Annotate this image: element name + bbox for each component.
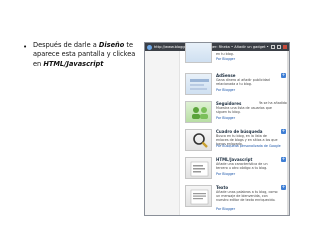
followers-icon xyxy=(185,101,212,123)
dialog-content: en tu blog. Por Blogger AdSense Gana din… xyxy=(145,43,289,215)
gadget-item-cuadro-busqueda[interactable]: Cuadro de búsqueda Busca en tu blog, en … xyxy=(180,127,289,153)
instruction-text: Después de darle a Diseño te aparece est… xyxy=(33,41,141,69)
gadget-description: Muestra una lista de usuarios que siguen… xyxy=(216,106,272,115)
gadget-item-html-javascript[interactable]: HTML/Javascript Añade una característica… xyxy=(180,155,289,181)
gadget-author[interactable]: Por Blogger xyxy=(216,57,235,61)
gadget-author[interactable]: Por Blogger xyxy=(216,116,235,120)
gadget-item-adsense[interactable]: AdSense Gana dinero al añadir publicidad… xyxy=(180,71,289,97)
gadget-author[interactable]: Por Blogger xyxy=(216,207,235,211)
instruction-line: Después de darle a xyxy=(33,41,99,49)
gadget-author[interactable]: Por Blogger xyxy=(216,88,235,92)
gadget-description: en tu blog. xyxy=(216,52,234,56)
gadget-author[interactable]: Por Blogger xyxy=(216,172,235,176)
gadget-description: Añade unas palabras a tu blog, como un m… xyxy=(216,190,278,203)
search-icon xyxy=(185,129,212,151)
add-gadget-button[interactable]: + xyxy=(281,73,286,78)
add-gadget-button[interactable]: + xyxy=(281,185,286,190)
add-gadget-button[interactable]: + xyxy=(281,129,286,134)
instruction-emphasis-html: HTML/Javascript xyxy=(43,59,104,68)
browser-icon xyxy=(147,44,152,50)
gadget-item[interactable]: en tu blog. Por Blogger xyxy=(180,43,289,65)
blogger-screenshot: http://www.blogger.com/ • Blogger: Rheka… xyxy=(144,42,290,216)
scrollbar[interactable] xyxy=(287,51,289,215)
gadget-description: Gana dinero al añadir publicidad relacio… xyxy=(216,78,270,87)
instruction-emphasis-diseno: Diseño xyxy=(98,41,125,49)
gadget-note: Ya se ha añadido. xyxy=(259,101,288,105)
gadget-item-texto[interactable]: Texto Añade unas palabras a tu blog, com… xyxy=(180,183,289,215)
category-pane xyxy=(145,51,179,215)
add-gadget-button[interactable]: + xyxy=(281,157,286,162)
gadget-author[interactable]: Por Búsqueda personalizada de Google xyxy=(216,144,281,148)
gadget-list: en tu blog. Por Blogger AdSense Gana din… xyxy=(179,43,289,215)
link-list-icon xyxy=(185,43,212,63)
html-javascript-icon xyxy=(185,157,212,179)
adsense-icon xyxy=(185,73,212,95)
text-icon xyxy=(185,185,212,207)
bullet: • xyxy=(23,43,28,51)
gadget-item-seguidores[interactable]: Seguidores Ya se ha añadido. Muestra una… xyxy=(180,99,289,125)
gadget-description: Añade una característica de un tercero u… xyxy=(216,162,268,171)
